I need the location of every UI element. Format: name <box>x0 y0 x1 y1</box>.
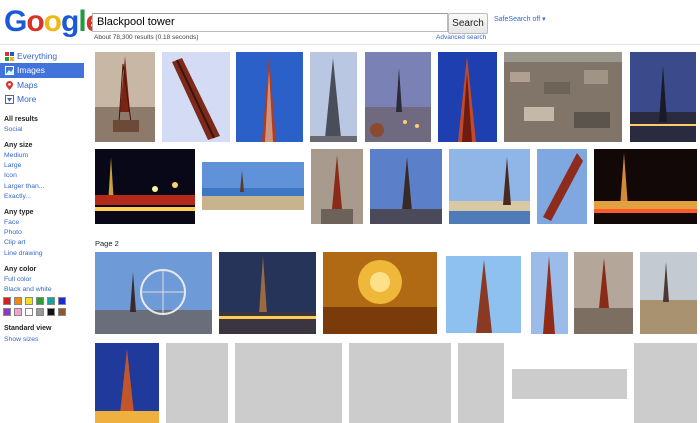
logo-letter-o2: o <box>43 5 62 38</box>
header-divider <box>0 44 700 45</box>
image-result[interactable] <box>219 252 316 334</box>
image-placeholder[interactable] <box>634 343 697 423</box>
image-result[interactable] <box>370 149 442 224</box>
image-placeholder[interactable] <box>349 343 451 423</box>
image-result[interactable] <box>504 52 622 142</box>
filter-link-photo[interactable]: Photo <box>4 229 22 236</box>
everything-icon <box>5 52 14 61</box>
logo-letter-g2: g <box>61 5 79 38</box>
color-swatch[interactable] <box>36 308 44 316</box>
sidebar-item-label: Maps <box>17 80 38 90</box>
color-swatch[interactable] <box>25 308 33 316</box>
color-swatch[interactable] <box>36 297 44 305</box>
image-result[interactable] <box>537 149 587 224</box>
color-swatch[interactable] <box>14 308 22 316</box>
sidebar-item-images[interactable]: Images <box>0 63 84 78</box>
image-result[interactable] <box>95 252 212 334</box>
filter-heading-any-color[interactable]: Any color <box>4 266 36 273</box>
filter-heading-any-size[interactable]: Any size <box>4 142 32 149</box>
filter-link-exactly[interactable]: Exactly... <box>4 193 31 200</box>
color-swatch[interactable] <box>58 297 66 305</box>
color-swatch[interactable] <box>47 297 55 305</box>
images-icon <box>5 66 14 75</box>
image-result[interactable] <box>95 149 195 224</box>
logo-letter-o1: o <box>26 5 44 38</box>
filter-link-full-color[interactable]: Full color <box>4 276 32 283</box>
filter-link-social[interactable]: Social <box>4 126 23 133</box>
image-result[interactable] <box>95 52 155 142</box>
filter-heading-all-results[interactable]: All results <box>4 116 38 123</box>
image-result[interactable] <box>202 162 304 210</box>
color-swatch[interactable] <box>58 308 66 316</box>
more-icon <box>5 95 14 104</box>
sidebar-item-maps[interactable]: Maps <box>0 78 84 93</box>
filter-link-black-white[interactable]: Black and white <box>4 286 52 293</box>
image-placeholder[interactable] <box>166 343 228 423</box>
maps-icon <box>5 81 14 90</box>
image-result[interactable] <box>594 149 697 224</box>
color-swatch[interactable] <box>3 297 11 305</box>
search-input[interactable]: Blackpool tower <box>92 13 448 32</box>
image-result[interactable] <box>162 52 230 142</box>
show-sizes-link[interactable]: Show sizes <box>4 336 38 343</box>
safesearch-dropdown[interactable]: SafeSearch off ▾ <box>494 15 546 23</box>
google-logo[interactable]: Google <box>4 5 102 38</box>
advanced-search-link[interactable]: Advanced search <box>436 34 486 41</box>
image-result[interactable] <box>310 52 357 142</box>
image-result[interactable] <box>446 256 521 333</box>
image-result[interactable] <box>640 252 697 334</box>
filter-link-clip-art[interactable]: Clip art <box>4 239 26 246</box>
sidebar-item-everything[interactable]: Everything <box>0 49 84 64</box>
sidebar-item-label: Images <box>17 65 45 75</box>
image-result[interactable] <box>236 52 303 142</box>
color-swatch[interactable] <box>14 297 22 305</box>
image-result[interactable] <box>574 252 633 334</box>
color-swatch[interactable] <box>47 308 55 316</box>
image-result[interactable] <box>365 52 431 142</box>
filter-link-medium[interactable]: Medium <box>4 152 28 159</box>
image-result[interactable] <box>438 52 497 142</box>
color-swatch[interactable] <box>25 297 33 305</box>
image-placeholder[interactable] <box>512 369 627 399</box>
logo-letter-l: l <box>78 5 86 38</box>
image-result[interactable] <box>531 252 568 334</box>
color-swatch[interactable] <box>3 308 11 316</box>
image-result[interactable] <box>95 343 159 423</box>
image-placeholder[interactable] <box>458 343 504 423</box>
view-heading: Standard view <box>4 325 52 332</box>
image-result[interactable] <box>449 149 530 224</box>
image-result[interactable] <box>311 149 363 224</box>
results-stats: About 78,300 results (0.18 seconds) <box>94 34 199 41</box>
filter-heading-any-type[interactable]: Any type <box>4 209 34 216</box>
sidebar-item-label: Everything <box>17 51 58 61</box>
logo-letter-g: G <box>4 5 27 38</box>
filter-link-icon[interactable]: Icon <box>4 172 17 179</box>
sidebar-item-label: More <box>17 94 37 104</box>
image-result[interactable] <box>323 252 437 334</box>
page-label: Page 2 <box>95 239 119 248</box>
filter-link-face[interactable]: Face <box>4 219 19 226</box>
search-button[interactable]: Search <box>448 13 488 34</box>
sidebar-item-more[interactable]: More <box>0 92 84 107</box>
image-placeholder[interactable] <box>235 343 342 423</box>
image-result[interactable] <box>630 52 696 142</box>
filter-link-large[interactable]: Large <box>4 162 21 169</box>
filter-link-line-drawing[interactable]: Line drawing <box>4 250 43 257</box>
filter-link-larger-than[interactable]: Larger than... <box>4 183 44 190</box>
